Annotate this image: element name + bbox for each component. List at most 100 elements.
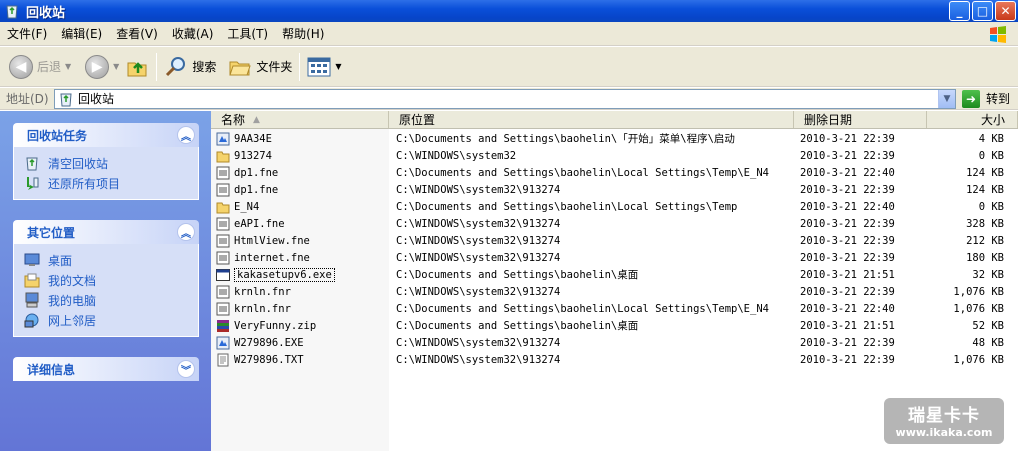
collapse-icon[interactable]: ︽ xyxy=(177,126,195,144)
menu-bar: 文件(F) 编辑(E) 查看(V) 收藏(A) 工具(T) 帮助(H) xyxy=(0,22,1018,46)
file-name: 913274 xyxy=(234,149,272,162)
name-cell[interactable]: krnln.fnr xyxy=(211,302,389,316)
place-my-computer[interactable]: 我的电脑 xyxy=(24,290,198,310)
go-arrow-icon: ➜ xyxy=(962,89,980,108)
menu-tools[interactable]: 工具(T) xyxy=(220,25,275,42)
expand-icon[interactable]: ︾ xyxy=(177,360,195,378)
menu-view[interactable]: 查看(V) xyxy=(109,25,165,42)
panel-header[interactable]: 其它位置 ︽ xyxy=(13,220,199,244)
date-cell: 2010-3-21 22:39 xyxy=(800,217,895,230)
task-restore-all[interactable]: 还原所有项目 xyxy=(24,173,198,193)
menu-help[interactable]: 帮助(H) xyxy=(275,25,331,42)
collapse-icon[interactable]: ︽ xyxy=(177,223,195,241)
table-row[interactable]: dp1.fne C:\Documents and Settings\baoheli… xyxy=(211,164,1018,181)
go-button[interactable]: ➜ 转到 xyxy=(962,89,1010,108)
panel-header[interactable]: 详细信息 ︾ xyxy=(13,357,199,381)
file-icon xyxy=(216,234,230,248)
desktop-icon xyxy=(24,253,40,266)
address-dropdown-icon[interactable]: ▼ xyxy=(938,89,955,108)
column-header-row: 名称 ▲ 原位置 删除日期 大小 xyxy=(211,111,1018,129)
menu-edit[interactable]: 编辑(E) xyxy=(54,25,109,42)
application-icon xyxy=(216,336,230,350)
name-cell[interactable]: VeryFunny.zip xyxy=(211,319,389,333)
menu-file[interactable]: 文件(F) xyxy=(0,25,54,42)
name-cell[interactable]: krnln.fnr xyxy=(211,285,389,299)
up-button[interactable] xyxy=(122,50,152,84)
address-input[interactable]: 回收站 ▼ xyxy=(54,88,956,109)
folders-label: 文件夹 xyxy=(256,60,293,74)
window-title: 回收站 xyxy=(26,5,66,21)
size-cell: 1,076 KB xyxy=(953,302,1004,315)
table-row[interactable]: 9AA34E C:\Documents and Settings\baohelin… xyxy=(211,130,1018,147)
name-cell[interactable]: dp1.fne xyxy=(211,166,389,180)
name-cell[interactable]: E_N4 xyxy=(211,200,389,214)
name-cell[interactable]: HtmlView.fne xyxy=(211,234,389,248)
name-cell[interactable]: kakasetupv6.exe xyxy=(211,267,389,282)
column-label: 大小 xyxy=(980,113,1005,127)
close-button[interactable]: ✕ xyxy=(995,1,1016,21)
file-name: VeryFunny.zip xyxy=(234,319,317,332)
place-network[interactable]: 网上邻居 xyxy=(24,310,198,330)
location-cell: C:\WINDOWS\system32\913274 xyxy=(396,285,561,298)
location-cell: C:\WINDOWS\system32\913274 xyxy=(396,336,561,349)
size-cell: 0 KB xyxy=(978,149,1004,162)
column-label: 名称 xyxy=(221,113,246,127)
table-row[interactable]: E_N4 C:\Documents and Settings\baohelin\L… xyxy=(211,198,1018,215)
size-cell: 52 KB xyxy=(972,319,1004,332)
table-row[interactable]: W279896.TXT C:\WINDOWS\system32\913274 201… xyxy=(211,351,1018,368)
back-dropdown-icon[interactable]: ▼ xyxy=(65,62,71,71)
place-my-documents[interactable]: 我的文档 xyxy=(24,270,198,290)
table-row[interactable]: HtmlView.fne C:\WINDOWS\system32\913274 20… xyxy=(211,232,1018,249)
maximize-button[interactable]: □ xyxy=(972,1,993,21)
panel-header[interactable]: 回收站任务 ︽ xyxy=(13,123,199,147)
task-empty-recycle-bin[interactable]: 清空回收站 xyxy=(24,153,198,173)
title-bar[interactable]: 回收站 _ □ ✕ xyxy=(0,0,1018,22)
column-label: 原位置 xyxy=(399,113,436,127)
date-cell: 2010-3-21 22:39 xyxy=(800,251,895,264)
name-cell[interactable]: eAPI.fne xyxy=(211,217,389,231)
network-places-icon xyxy=(24,313,39,328)
table-row[interactable]: kakasetupv6.exe C:\Documents and Settings… xyxy=(211,266,1018,283)
other-places-panel: 其它位置 ︽ 桌面 我的文档 我的电脑 网上邻居 xyxy=(13,220,199,337)
application-icon xyxy=(216,132,230,146)
column-header-size[interactable]: 大小 xyxy=(927,111,1018,128)
table-row[interactable]: dp1.fne C:\WINDOWS\system32\913274 2010-3-… xyxy=(211,181,1018,198)
date-cell: 2010-3-21 22:39 xyxy=(800,336,895,349)
task-label: 清空回收站 xyxy=(48,156,109,171)
table-row[interactable]: krnln.fnr C:\Documents and Settings\baohe… xyxy=(211,300,1018,317)
name-cell[interactable]: 9AA34E xyxy=(211,132,389,146)
table-row[interactable]: eAPI.fne C:\WINDOWS\system32\913274 2010-3… xyxy=(211,215,1018,232)
forward-button[interactable]: ▶ ▼ xyxy=(82,50,122,84)
table-row[interactable]: krnln.fnr C:\WINDOWS\system32\913274 2010-… xyxy=(211,283,1018,300)
size-cell: 1,076 KB xyxy=(953,285,1004,298)
views-button[interactable]: ▼ xyxy=(304,50,344,84)
table-row[interactable]: W279896.EXE C:\WINDOWS\system32\913274 201… xyxy=(211,334,1018,351)
file-name: internet.fne xyxy=(234,251,310,264)
table-row[interactable]: internet.fne C:\WINDOWS\system32\913274 20… xyxy=(211,249,1018,266)
back-button[interactable]: ◀ 后退 ▼ xyxy=(6,50,74,84)
place-desktop[interactable]: 桌面 xyxy=(24,250,198,270)
minimize-button[interactable]: _ xyxy=(949,1,970,21)
name-cell[interactable]: W279896.EXE xyxy=(211,336,389,350)
search-button[interactable]: 搜索 xyxy=(161,50,219,84)
forward-dropdown-icon[interactable]: ▼ xyxy=(113,62,119,71)
column-header-location[interactable]: 原位置 xyxy=(389,111,794,128)
views-dropdown-icon[interactable]: ▼ xyxy=(335,62,341,71)
menu-favorites[interactable]: 收藏(A) xyxy=(165,25,221,42)
file-name: krnln.fnr xyxy=(234,302,291,315)
name-cell[interactable]: dp1.fne xyxy=(211,183,389,197)
location-cell: C:\Documents and Settings\baohelin\Local… xyxy=(396,200,738,213)
column-header-date[interactable]: 删除日期 xyxy=(794,111,927,128)
file-icon xyxy=(216,302,230,316)
name-cell[interactable]: W279896.TXT xyxy=(211,353,389,367)
name-cell[interactable]: internet.fne xyxy=(211,251,389,265)
name-cell[interactable]: 913274 xyxy=(211,149,389,163)
folders-button[interactable]: 文件夹 xyxy=(225,50,295,84)
table-row[interactable]: 913274 C:\WINDOWS\system32 2010-3-21 22:39… xyxy=(211,147,1018,164)
watermark-title: 瑞星卡卡 xyxy=(908,406,980,426)
panel-title: 详细信息 xyxy=(27,362,76,377)
table-row[interactable]: VeryFunny.zip C:\Documents and Settings\b… xyxy=(211,317,1018,334)
details-panel: 详细信息 ︾ xyxy=(13,357,199,381)
my-documents-icon xyxy=(24,273,40,288)
column-header-name[interactable]: 名称 ▲ xyxy=(211,111,389,128)
